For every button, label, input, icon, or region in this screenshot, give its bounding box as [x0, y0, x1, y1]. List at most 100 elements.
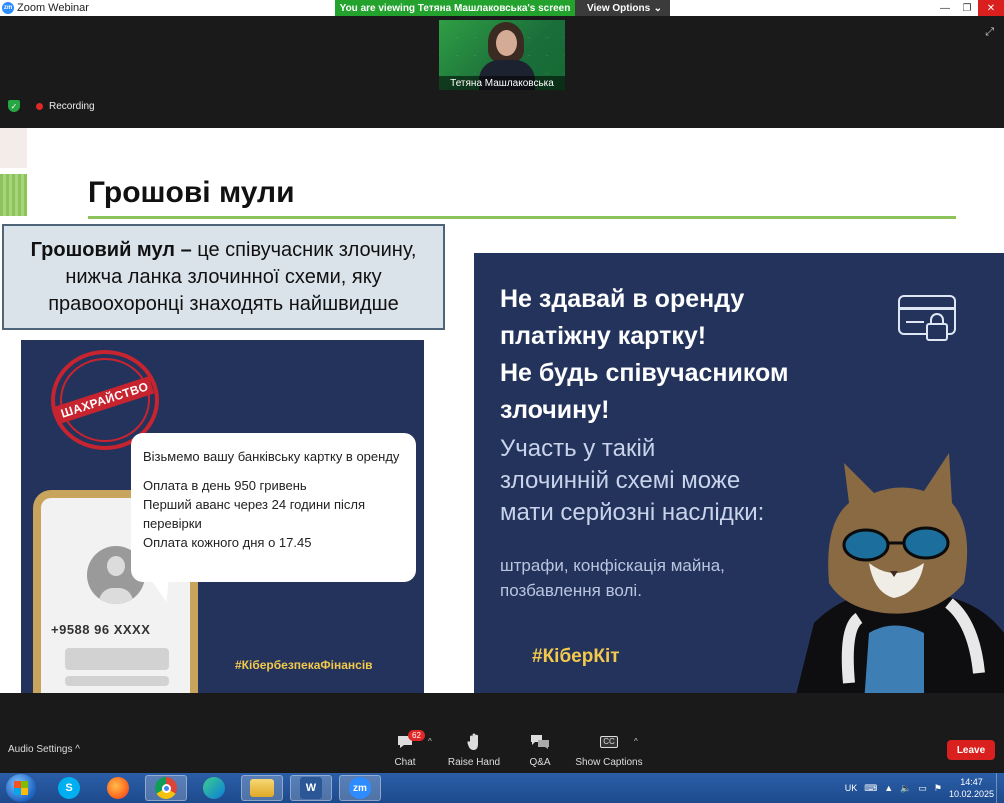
- network-icon[interactable]: ▭: [918, 783, 927, 794]
- headline-line-1: Не здавай в оренду: [500, 285, 745, 313]
- minimize-icon[interactable]: —: [934, 0, 956, 16]
- headline-line-4: злочину!: [500, 396, 610, 424]
- zoom-logo-icon: zm: [2, 2, 14, 14]
- audio-settings-button[interactable]: Audio Settings ^: [8, 744, 80, 755]
- clock-time: 14:47: [960, 777, 983, 787]
- show-hidden-icons-icon[interactable]: ▲: [884, 783, 893, 793]
- clock-date: 10.02.2025: [948, 789, 994, 799]
- card-number-dash: [906, 321, 924, 323]
- keyboard-icon[interactable]: ⌨: [864, 783, 877, 794]
- phone-button-placeholder-2: [65, 676, 169, 686]
- zoom-icon: zm: [349, 777, 371, 799]
- action-center-flag-icon[interactable]: ⚑: [934, 783, 942, 794]
- chevron-up-icon: ^: [75, 744, 80, 755]
- view-options-button[interactable]: View Options ⌄: [575, 0, 670, 16]
- cat-illustration: [796, 453, 1004, 693]
- avatar-body: [99, 588, 133, 604]
- slide-title: Грошові мули: [88, 176, 295, 209]
- raise-hand-icon: [439, 733, 509, 751]
- small-line-2: позбавлення волі.: [500, 581, 642, 600]
- hashtag-cybercat: #КіберКіт: [532, 646, 620, 667]
- headline-line-3: Не будь співучасником: [500, 359, 789, 387]
- window-title-bar: zm Zoom Webinar You are viewing Тетяна М…: [0, 0, 1004, 16]
- participant-name-label: Тетяна Машлаковська: [439, 76, 565, 90]
- shield-icon[interactable]: ✓: [8, 100, 20, 112]
- show-captions-button[interactable]: CC Show Captions ^: [574, 733, 644, 768]
- viewing-screen-banner: You are viewing Тетяна Машлаковська's sc…: [335, 0, 575, 16]
- slide-edge-green-pattern: [0, 174, 27, 216]
- avatar-head: [107, 556, 125, 576]
- lock-icon: [926, 323, 948, 341]
- app-title: Zoom Webinar: [17, 2, 89, 14]
- speech-bubble: Візьмемо вашу банківську картку в оренду…: [131, 433, 416, 582]
- captions-options-caret-icon[interactable]: ^: [634, 737, 638, 746]
- taskbar-zoom[interactable]: zm: [339, 775, 381, 801]
- volume-icon[interactable]: 🔈: [900, 783, 911, 794]
- window-controls: — ❐ ✕: [934, 0, 1004, 16]
- taskbar-edge[interactable]: [193, 775, 235, 801]
- folder-icon: [250, 779, 274, 797]
- sunglasses-right-lens: [902, 526, 950, 560]
- fraud-ad-image: ШАХРАЙСТВО +9588 96 XXXX Візьмемо вашу б…: [21, 340, 424, 693]
- video-area: Тетяна Машлаковська ⤢ ✓ Recording: [0, 16, 1004, 128]
- hashtag-cybersecurity: #КібербезпекаФінансів: [235, 658, 373, 672]
- slide-edge-decoration: [0, 128, 27, 168]
- skype-icon: S: [58, 777, 80, 799]
- taskbar-skype[interactable]: S: [48, 775, 90, 801]
- windows-taskbar: S W zm UK ⌨ ▲ 🔈 ▭ ⚑ 14:47 10.02.2025: [0, 773, 1004, 803]
- sub-line-3: мати серйозні наслідки:: [500, 499, 765, 526]
- qa-icon: [505, 733, 575, 751]
- definition-text: Грошовий мул – це співучасник злочину, н…: [18, 237, 429, 318]
- language-indicator[interactable]: UK: [845, 783, 858, 793]
- qa-button[interactable]: Q&A: [505, 733, 575, 768]
- chrome-icon: [155, 777, 177, 799]
- expand-icon[interactable]: ⤢: [985, 26, 994, 39]
- small-line-1: штрафи, конфіскація майна,: [500, 556, 725, 575]
- bubble-line-daily: Оплата кожного дня о 17.45: [143, 535, 312, 550]
- windows-logo-icon: [14, 781, 28, 795]
- phone-number: +9588 96 XXXX: [51, 622, 151, 637]
- edge-icon: [203, 777, 225, 799]
- cat-shirt: [864, 625, 924, 693]
- definition-box: Грошовий мул – це співучасник злочину, н…: [2, 224, 445, 330]
- sub-line-1: Участь у такій: [500, 435, 656, 462]
- bubble-line-payment: Оплата в день 950 гривень: [143, 478, 307, 493]
- participant-face: [496, 30, 517, 56]
- headline-line-2: платіжну картку!: [500, 322, 707, 350]
- recording-dot-icon: [36, 102, 43, 110]
- start-button[interactable]: [6, 774, 36, 802]
- system-tray: UK ⌨ ▲ 🔈 ▭ ⚑ 14:47 10.02.2025: [845, 773, 994, 803]
- title-underline: [88, 216, 956, 219]
- recording-indicator: ✓ Recording: [8, 100, 95, 112]
- firefox-icon: [107, 777, 129, 799]
- word-icon: W: [300, 777, 322, 799]
- stamp-text: ШАХРАЙСТВО: [54, 376, 156, 424]
- phone-button-placeholder: [65, 648, 169, 670]
- participant-video-thumbnail[interactable]: Тетяна Машлаковська: [439, 20, 565, 90]
- taskbar-file-explorer[interactable]: [241, 775, 283, 801]
- definition-term: Грошовий мул –: [30, 238, 192, 261]
- taskbar-clock[interactable]: 14:47 10.02.2025: [949, 776, 994, 800]
- restore-icon[interactable]: ❐: [956, 0, 978, 16]
- raise-hand-button[interactable]: Raise Hand: [439, 733, 509, 768]
- audio-settings-label: Audio Settings: [8, 744, 73, 755]
- taskbar-firefox[interactable]: [97, 775, 139, 801]
- poster-consequences: штрафи, конфіскація майна, позбавлення в…: [500, 553, 725, 603]
- show-desktop-button[interactable]: [996, 773, 1004, 803]
- taskbar-word[interactable]: W: [290, 775, 332, 801]
- chat-button[interactable]: 62 Chat ^: [370, 730, 440, 768]
- poster-subtext: Участь у такій злочинній схемі може мати…: [500, 433, 764, 529]
- sunglasses-left-lens: [842, 528, 890, 562]
- poster-headline: Не здавай в оренду платіжну картку! Не б…: [500, 281, 789, 429]
- chevron-down-icon: ⌄: [653, 2, 662, 14]
- leave-button[interactable]: Leave: [947, 740, 995, 760]
- close-icon[interactable]: ✕: [978, 0, 1004, 16]
- meeting-toolbar: Audio Settings ^ 62 Chat ^ Raise Hand Q&…: [0, 693, 1004, 773]
- card-stripe: [900, 307, 954, 310]
- chat-options-caret-icon[interactable]: ^: [428, 737, 432, 746]
- shared-slide: Грошові мули Грошовий мул – це співучасн…: [0, 128, 1004, 693]
- sub-line-2: злочинній схемі може: [500, 467, 741, 494]
- raise-hand-label: Raise Hand: [447, 757, 501, 768]
- taskbar-chrome[interactable]: [145, 775, 187, 801]
- qa-label: Q&A: [529, 757, 551, 768]
